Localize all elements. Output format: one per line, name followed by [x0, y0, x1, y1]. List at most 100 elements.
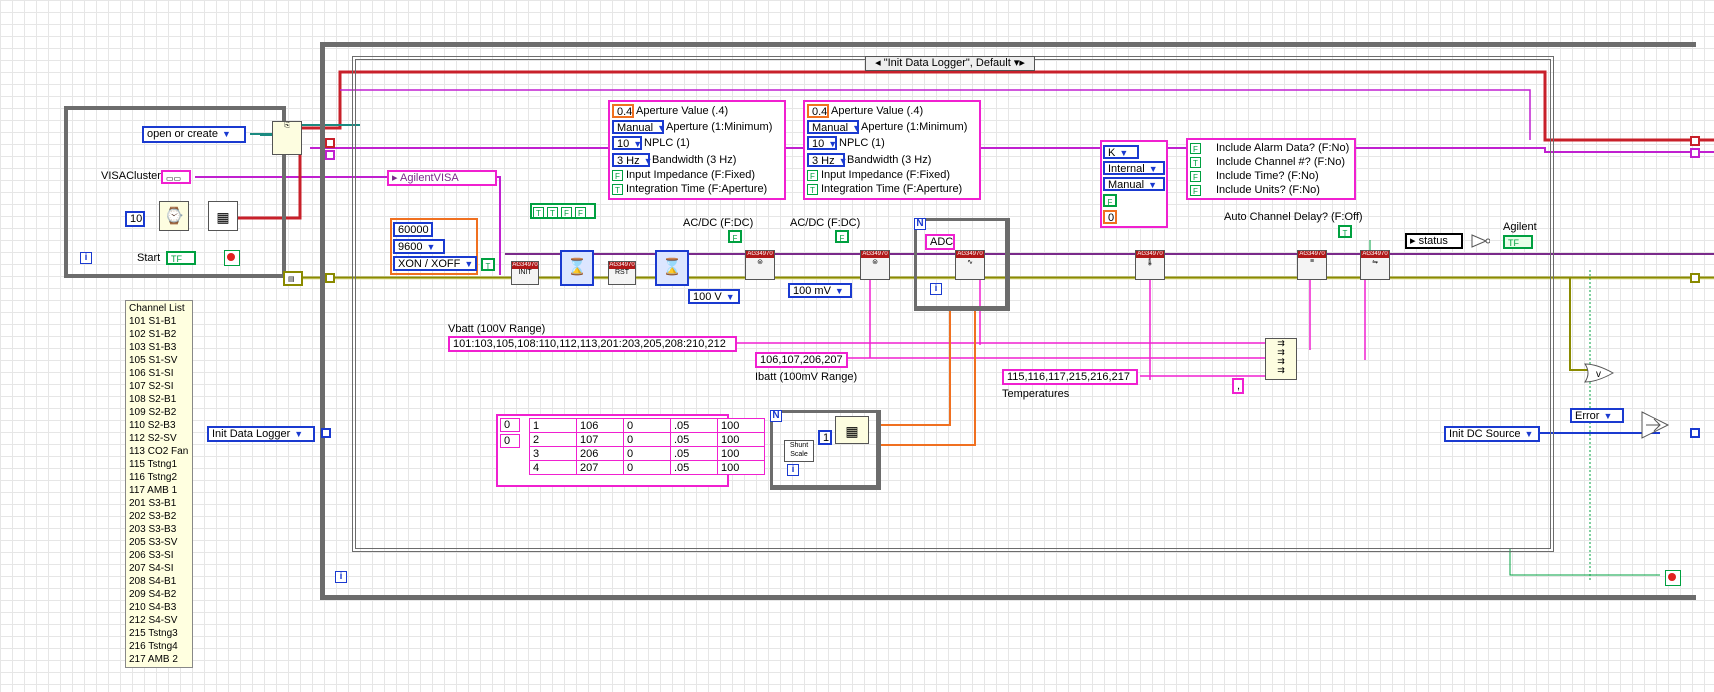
- start-button-icon[interactable]: [224, 250, 240, 266]
- baud-a-control[interactable]: 60000: [393, 222, 433, 237]
- include-option-row[interactable]: F Include Units? (F:No): [1190, 183, 1349, 197]
- shunt-table-cell[interactable]: 0: [623, 432, 671, 447]
- init-data-logger-control[interactable]: Init Data Logger ▼: [207, 426, 315, 442]
- shunt-table-cell[interactable]: 100: [717, 460, 765, 475]
- visa-cluster-label: VISACluster: [101, 170, 161, 182]
- vbatt-channels[interactable]: 101:103,105,108:110,112,113,201:203,205,…: [448, 336, 737, 352]
- shunt-table-cell[interactable]: 2: [529, 432, 577, 447]
- ap1-mode[interactable]: Manual ▼: [612, 120, 666, 134]
- case-selector[interactable]: ◂ "Init Data Logger", Default ▾▸: [865, 56, 1035, 71]
- bool-array-constant[interactable]: TTFF: [530, 203, 596, 219]
- tunnel-pink: [325, 150, 335, 160]
- acdc-bool-2[interactable]: F: [835, 230, 849, 243]
- ap1-bw-label: Bandwidth (3 Hz): [652, 154, 737, 166]
- bool-array-element[interactable]: F: [575, 206, 586, 218]
- init-dc-source-control[interactable]: Init DC Source ▼: [1444, 426, 1540, 442]
- ap2-value[interactable]: 0.4: [807, 104, 829, 118]
- shunt-index-0[interactable]: 0: [500, 418, 520, 432]
- timeout-control[interactable]: 10: [125, 211, 145, 227]
- thermo-mode-select[interactable]: Manual ▼: [1103, 177, 1165, 191]
- shunt-table-cell[interactable]: 0: [623, 460, 671, 475]
- ap1-value[interactable]: 0.4: [612, 104, 634, 118]
- adc-loop-n-icon: N: [914, 218, 926, 230]
- include-option-label: Include Units? (F:No): [1216, 184, 1320, 196]
- shunt-table-cell[interactable]: 100: [717, 432, 765, 447]
- channel-list-items: 101 S1-B1 102 S1-B2 103 S1-B3 105 S1-SV 106 …: [129, 315, 189, 666]
- shunt-table-cell[interactable]: 106: [576, 418, 624, 433]
- shunt-table-cell[interactable]: 100: [717, 446, 765, 461]
- file-mode-select[interactable]: open or create ▼: [142, 126, 246, 143]
- shunt-table-cell[interactable]: 100: [717, 418, 765, 433]
- shunt-table-cell[interactable]: 0: [623, 446, 671, 461]
- ap2-mode[interactable]: Manual ▼: [807, 120, 861, 134]
- bool-constant-t[interactable]: T: [481, 258, 495, 271]
- baud-b-select[interactable]: 9600 ▼: [393, 239, 445, 254]
- ibatt-channels[interactable]: 106,107,206,207: [755, 352, 848, 368]
- bool-array-element[interactable]: T: [533, 206, 544, 218]
- include-option-bool[interactable]: F: [1190, 184, 1201, 196]
- shunt-table-cell[interactable]: .05: [670, 446, 718, 461]
- case-dropdown-icon[interactable]: ▾▸: [1014, 57, 1025, 69]
- agilent-visa-control[interactable]: ▸ AgilentVISA: [387, 170, 497, 186]
- channel-list: Channel List 101 S1-B1 102 S1-B2 103 S1-B3…: [125, 300, 193, 668]
- include-option-bool[interactable]: F: [1190, 170, 1201, 182]
- ap1-bw[interactable]: 3 Hz ▼: [612, 153, 653, 167]
- ap1-impedance-row: F Input Impedance (F:Fixed): [612, 169, 755, 181]
- auto-delay-bool[interactable]: T: [1338, 225, 1352, 238]
- bool-array-element[interactable]: T: [547, 206, 558, 218]
- loop-count-constant[interactable]: 1: [818, 430, 832, 445]
- thermo-value[interactable]: 0: [1103, 210, 1117, 224]
- temp-channels[interactable]: 115,116,117,215,216,217: [1002, 369, 1138, 385]
- include-option-bool[interactable]: T: [1190, 156, 1201, 168]
- include-option-row[interactable]: F Include Time? (F:No): [1190, 169, 1349, 183]
- shunt-table-cell[interactable]: 206: [576, 446, 624, 461]
- ap1-nplc[interactable]: 10 ▼: [612, 136, 642, 150]
- shunt-table-cell[interactable]: 1: [529, 418, 577, 433]
- file-open-icon[interactable]: ⎘: [272, 121, 302, 155]
- bool-array-element[interactable]: F: [561, 206, 572, 218]
- shunt-table-cell[interactable]: 4: [529, 460, 577, 475]
- thermo-ref-select[interactable]: Internal ▼: [1103, 161, 1165, 175]
- include-option-row[interactable]: T Include Channel #? (F:No): [1190, 155, 1349, 169]
- include-option-bool[interactable]: F: [1190, 142, 1201, 154]
- include-option-label: Include Time? (F:No): [1216, 170, 1319, 182]
- shunt-table-cell[interactable]: .05: [670, 460, 718, 475]
- timer-icon: ⌚: [159, 201, 189, 231]
- tunnel-yellow: [325, 273, 335, 283]
- agilent-label: Agilent: [1503, 221, 1537, 233]
- acdc-bool-1[interactable]: F: [728, 230, 742, 243]
- thermo-type-select[interactable]: K ▼: [1103, 145, 1139, 159]
- start-control[interactable]: TF: [166, 251, 196, 265]
- range-2-select[interactable]: 100 mV ▼: [788, 283, 852, 298]
- include-option-row[interactable]: F Include Alarm Data? (F:No): [1190, 141, 1349, 155]
- adc-loop-i-icon: i: [930, 283, 942, 295]
- shunt-table-cell[interactable]: 3: [529, 446, 577, 461]
- shunt-table[interactable]: 1 106 0.05 100 2 107 0.05 100 3 206 0.05 100 4 207 0.0…: [529, 418, 765, 475]
- ap2-bw[interactable]: 3 Hz ▼: [807, 153, 848, 167]
- case-prev-icon[interactable]: ◂: [875, 57, 881, 69]
- shunt-table-cell[interactable]: 207: [576, 460, 624, 475]
- channel-list-item: 106 S1-SI: [129, 368, 174, 379]
- shunt-table-cell[interactable]: 107: [576, 432, 624, 447]
- shunt-table-row: 2 107 0.05 100: [529, 432, 765, 447]
- visa-cluster-control[interactable]: ▭▭: [161, 170, 191, 184]
- acdc-label-1: AC/DC (F:DC): [683, 217, 754, 229]
- range-1-select[interactable]: 100 V ▼: [688, 289, 740, 304]
- concatenate-node: ⇉ ⇉ ⇉ ⇉: [1265, 338, 1297, 380]
- temp-label: Temperatures: [1002, 388, 1070, 400]
- shunt-table-cell[interactable]: 0: [623, 418, 671, 433]
- error-select[interactable]: Error ▼: [1570, 408, 1624, 423]
- shunt-table-cell[interactable]: .05: [670, 418, 718, 433]
- shunt-index-1[interactable]: 0: [500, 434, 520, 448]
- ap1-nplc-label: NPLC (1): [644, 137, 690, 149]
- channel-list-item: 115 Tstng1: [129, 459, 178, 470]
- log-writer-icon: ▦: [208, 201, 238, 231]
- thermo-bool[interactable]: F: [1103, 194, 1117, 207]
- comma-constant[interactable]: ,: [1232, 378, 1244, 394]
- stop-button-icon[interactable]: [1665, 570, 1681, 586]
- ap2-nplc[interactable]: 10 ▼: [807, 136, 837, 150]
- flow-control-select[interactable]: XON / XOFF ▼: [393, 256, 477, 271]
- channel-list-item: 109 S2-B2: [129, 407, 177, 418]
- shunt-table-cell[interactable]: .05: [670, 432, 718, 447]
- channel-list-item: 212 S4-SV: [129, 615, 178, 626]
